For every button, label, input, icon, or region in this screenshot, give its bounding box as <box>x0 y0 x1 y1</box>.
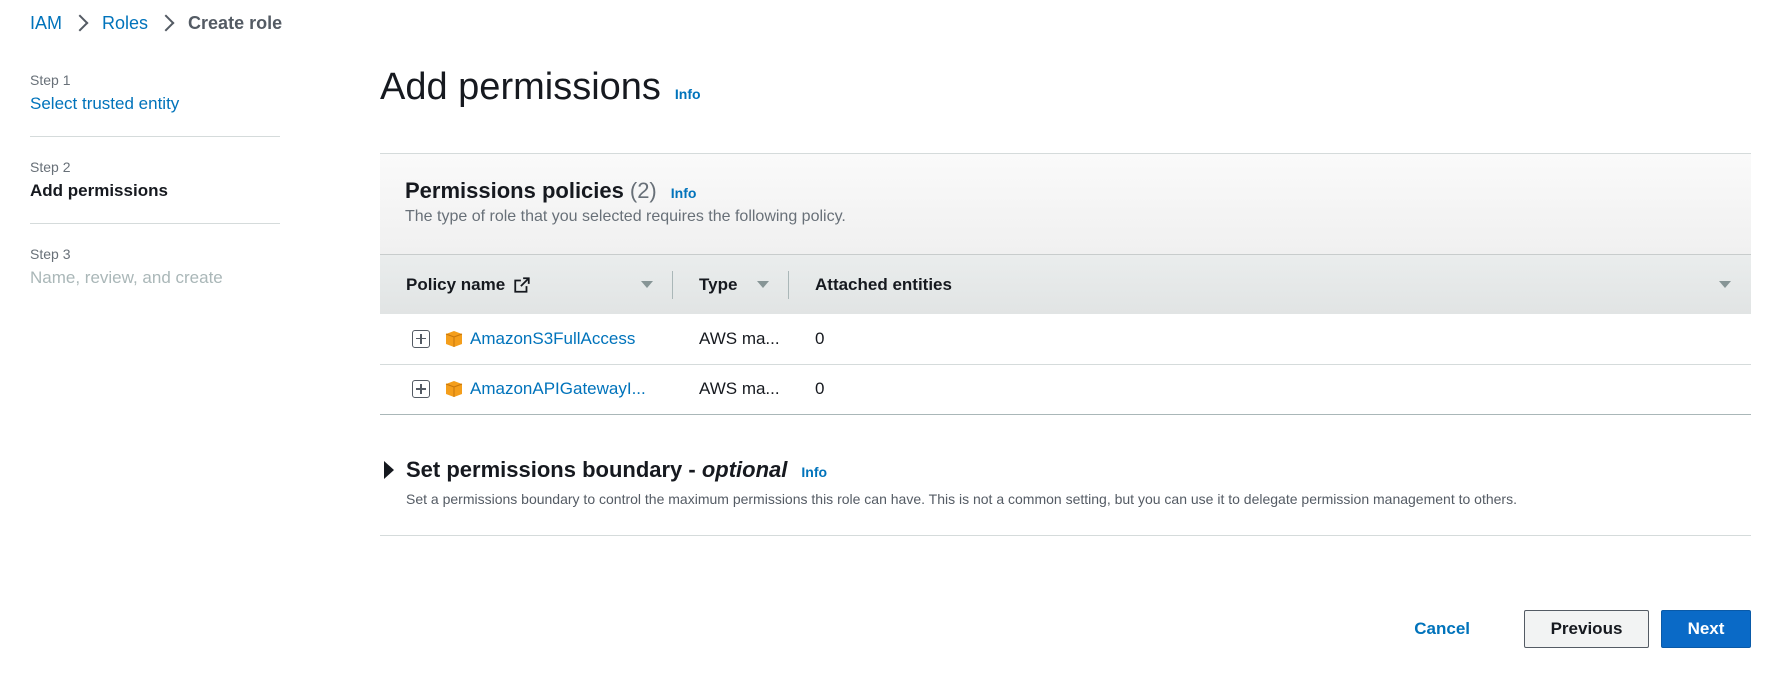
panel-title-row: Permissions policies (2) Info <box>405 178 1726 204</box>
column-header-type[interactable]: Type <box>673 255 789 314</box>
aws-cube-icon <box>445 381 463 398</box>
wizard-steps: Step 1 Select trusted entity Step 2 Add … <box>30 72 280 332</box>
step-current-add-permissions: Add permissions <box>30 181 168 200</box>
policy-count: (2) <box>629 178 657 203</box>
previous-button[interactable]: Previous <box>1524 610 1649 648</box>
boundary-description: Set a permissions boundary to control th… <box>406 491 1517 507</box>
permissions-policies-panel: Permissions policies (2) Info The type o… <box>380 153 1751 415</box>
plus-square-icon[interactable] <box>412 380 430 399</box>
policy-type: AWS ma... <box>699 328 780 348</box>
breadcrumb-current: Create role <box>188 12 283 33</box>
wizard-actions: Cancel Previous Next <box>1414 610 1751 648</box>
caret-down-icon[interactable] <box>757 281 769 288</box>
boundary-header[interactable]: Set permissions boundary - optional Info <box>380 457 1751 483</box>
caret-right-icon[interactable] <box>384 461 394 479</box>
policies-info-link[interactable]: Info <box>671 185 697 201</box>
breadcrumb-roles[interactable]: Roles <box>102 13 148 34</box>
boundary-title-text: Set permissions boundary - <box>406 457 702 482</box>
caret-down-icon[interactable] <box>1719 281 1731 288</box>
chevron-right-icon <box>157 14 175 32</box>
boundary-title-optional: optional <box>701 457 788 482</box>
column-label: Type <box>699 274 738 294</box>
table-row: AmazonAPIGatewayI... AWS ma... 0 <box>380 363 1751 414</box>
column-label: Attached entities <box>815 274 952 294</box>
caret-down-icon[interactable] <box>641 281 653 288</box>
page-title: Add permissions <box>380 66 661 108</box>
attached-entities: 0 <box>815 328 825 348</box>
boundary-info-link[interactable]: Info <box>801 464 827 480</box>
panel-description: The type of role that you selected requi… <box>405 208 846 225</box>
column-header-attached-entities[interactable]: Attached entities <box>789 255 1751 314</box>
column-label: Policy name <box>406 274 506 294</box>
panel-title: Permissions policies <box>405 178 624 203</box>
table-header-row: Policy name Type Attached entities <box>380 255 1751 314</box>
attached-entities: 0 <box>789 363 1751 414</box>
next-button[interactable]: Next <box>1661 610 1751 648</box>
step-2: Step 2 Add permissions <box>30 159 280 224</box>
policy-link-s3-full-access[interactable]: AmazonS3FullAccess <box>470 329 635 349</box>
plus-square-icon[interactable] <box>412 329 430 348</box>
external-link-icon <box>514 276 530 293</box>
step-number: Step 3 <box>30 246 71 262</box>
step-number: Step 2 <box>30 159 71 175</box>
page-header: Add permissions Info <box>380 66 701 109</box>
aws-cube-icon <box>445 330 463 347</box>
column-header-policy-name[interactable]: Policy name <box>380 255 673 314</box>
cancel-button[interactable]: Cancel <box>1414 619 1470 639</box>
policy-type: AWS ma... <box>673 363 789 414</box>
chevron-right-icon <box>71 14 89 32</box>
boundary-title: Set permissions boundary - optional <box>406 457 787 483</box>
step-1: Step 1 Select trusted entity <box>30 72 280 137</box>
policy-link-api-gateway[interactable]: AmazonAPIGatewayI... <box>470 379 646 399</box>
breadcrumb-iam[interactable]: IAM <box>30 13 62 34</box>
permissions-boundary-section: Set permissions boundary - optional Info… <box>380 457 1751 536</box>
step-3: Step 3 Name, review, and create <box>30 246 280 310</box>
step-link-select-trusted-entity[interactable]: Select trusted entity <box>30 94 280 114</box>
panel-header: Permissions policies (2) Info The type o… <box>380 154 1751 255</box>
page-info-link[interactable]: Info <box>675 86 701 102</box>
step-disabled-name-review-create: Name, review, and create <box>30 268 223 287</box>
breadcrumb: IAM Roles Create role <box>30 10 282 36</box>
policies-table: Policy name Type Attached entities Amazo… <box>380 255 1751 414</box>
table-row: AmazonS3FullAccess AWS ma... 0 <box>380 314 1751 364</box>
step-number: Step 1 <box>30 72 71 88</box>
